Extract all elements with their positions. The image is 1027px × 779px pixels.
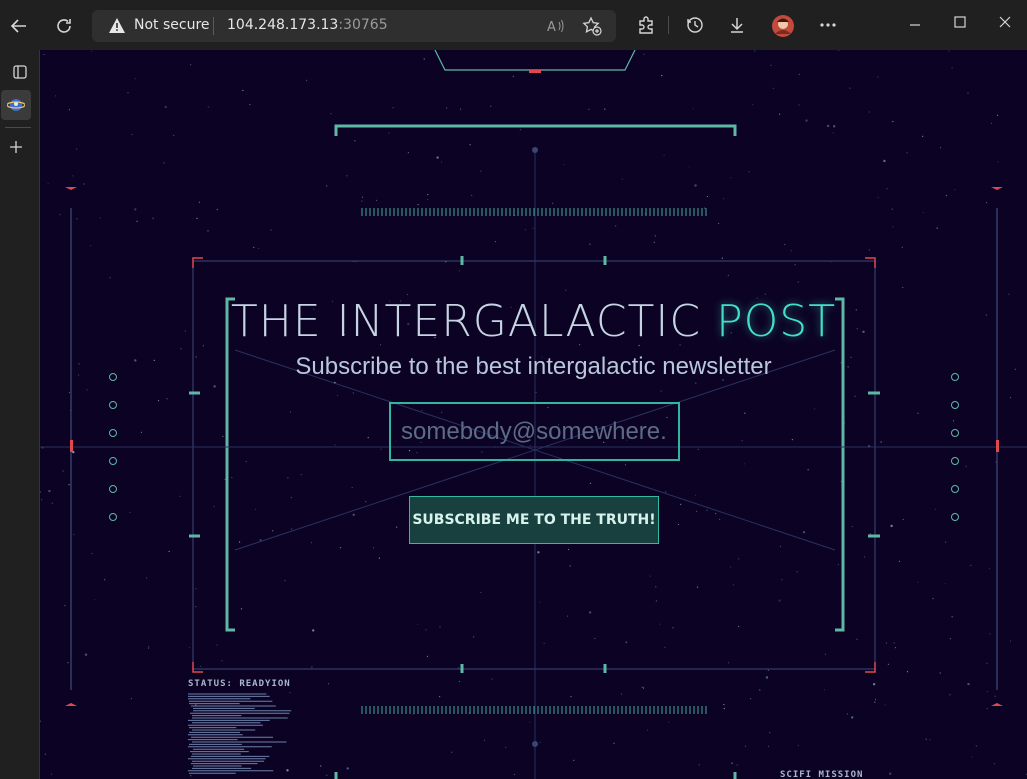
page-title: THE INTERGALACTIC POST — [40, 296, 1027, 347]
read-aloud-icon[interactable]: A — [546, 16, 566, 36]
profile-avatar[interactable] — [770, 13, 796, 39]
title-accent: POST — [716, 296, 837, 347]
back-arrow-icon[interactable] — [6, 13, 32, 39]
email-input[interactable] — [389, 402, 680, 461]
title-main: THE INTERGALACTIC — [230, 296, 717, 347]
downloads-icon[interactable] — [726, 14, 748, 36]
url-port: :30765 — [338, 17, 388, 33]
browser-toolbar: Not secure 104.248.173.13:30765 A — [0, 0, 1027, 50]
maximize-icon[interactable] — [949, 11, 971, 33]
close-icon[interactable] — [994, 11, 1016, 33]
status-label: STATUS: READYION — [188, 679, 291, 689]
add-favorite-icon[interactable] — [582, 16, 602, 36]
warning-icon — [108, 17, 126, 38]
history-icon[interactable] — [684, 14, 706, 36]
security-label[interactable]: Not secure — [134, 17, 210, 33]
minimize-icon[interactable] — [904, 14, 926, 36]
more-options-icon[interactable] — [816, 14, 840, 36]
hud-top-bracket — [334, 124, 737, 136]
url-host: 104.248.173.13 — [227, 17, 339, 33]
hud-top-tab — [434, 50, 636, 71]
address-bar[interactable]: Not secure 104.248.173.13:30765 A — [92, 10, 616, 42]
svg-text:A: A — [547, 20, 556, 34]
vertical-tabs-sidebar — [0, 50, 40, 779]
address-divider — [213, 17, 214, 35]
refresh-icon[interactable] — [51, 13, 77, 39]
page-subtitle: Subscribe to the best intergalactic news… — [295, 353, 772, 380]
active-tab-favicon[interactable] — [1, 90, 31, 120]
tab-actions-icon[interactable] — [7, 62, 33, 82]
mission-label: SCIFI MISSION — [780, 770, 864, 779]
toolbar-divider — [668, 16, 669, 34]
extensions-icon[interactable] — [635, 14, 657, 36]
url-text[interactable]: 104.248.173.13:30765 — [227, 17, 388, 33]
new-tab-icon[interactable] — [5, 136, 27, 158]
page-viewport: THE INTERGALACTIC POST Subscribe to the … — [40, 50, 1027, 779]
sidebar-divider — [5, 127, 31, 128]
subscribe-button[interactable]: SUBSCRIBE ME TO THE TRUTH! — [409, 496, 659, 544]
